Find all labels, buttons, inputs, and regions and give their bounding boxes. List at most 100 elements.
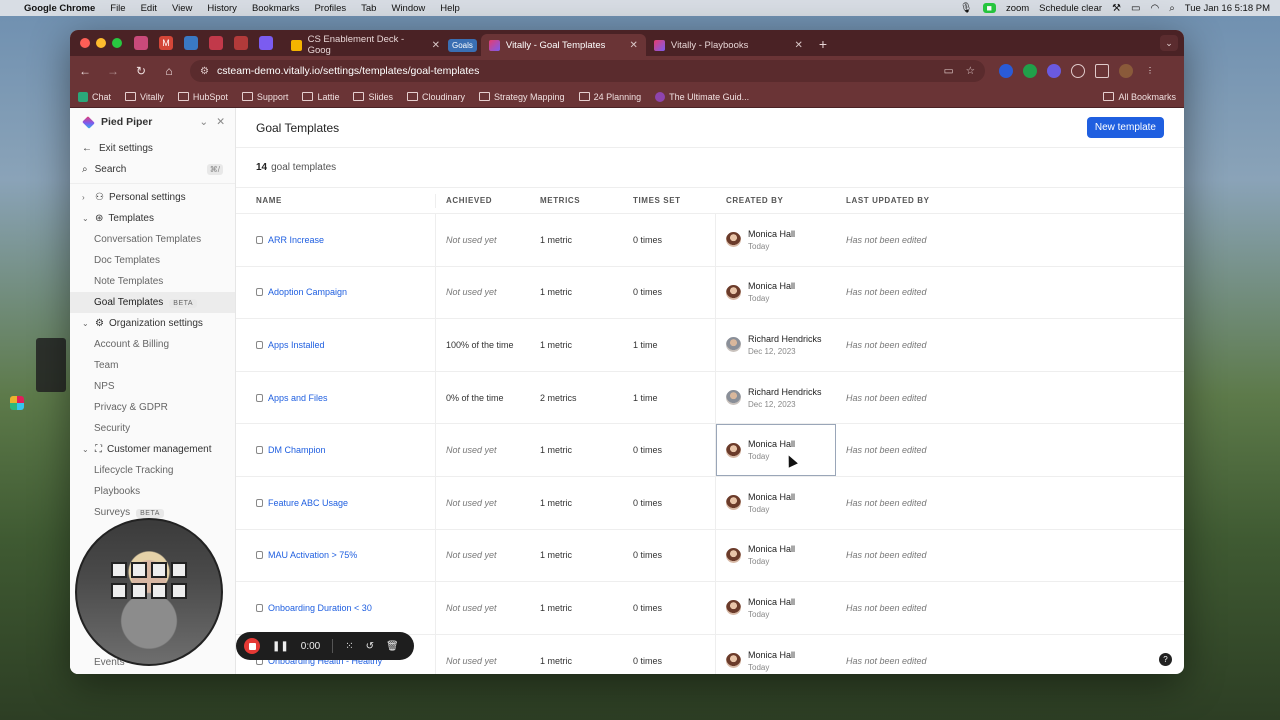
address-bar[interactable]: ⚙ csteam-demo.vitally.io/settings/templa…: [190, 60, 985, 82]
new-tab-icon[interactable]: +: [819, 36, 827, 52]
calendar-icon[interactable]: [184, 36, 198, 50]
camera-active-icon[interactable]: ■: [982, 3, 996, 13]
slack-icon[interactable]: [10, 396, 24, 410]
extension-icon[interactable]: [1047, 64, 1061, 78]
menu-bookmarks[interactable]: Bookmarks: [252, 3, 300, 14]
all-bookmarks[interactable]: All Bookmarks: [1103, 92, 1176, 102]
section-customer-management[interactable]: ⌄ ⛶ Customer management: [70, 439, 235, 460]
more-menu-icon[interactable]: ⋮: [1143, 64, 1157, 78]
table-row[interactable]: Feature ABC Usage Not used yet 1 metric …: [236, 476, 1184, 530]
table-row[interactable]: Adoption Campaign Not used yet 1 metric …: [236, 266, 1184, 320]
section-templates[interactable]: ⌄ ⊛ Templates: [70, 208, 235, 229]
sidebar-item-playbooks[interactable]: Playbooks: [70, 481, 235, 502]
side-panel-icon[interactable]: [1095, 64, 1109, 78]
menubar-datetime[interactable]: Tue Jan 16 5:18 PM: [1185, 3, 1270, 14]
menu-app-name[interactable]: Google Chrome: [24, 3, 95, 14]
column-header-name[interactable]: NAME: [236, 193, 436, 208]
stop-recording-button[interactable]: [244, 638, 260, 654]
bookmark-hubspot[interactable]: HubSpot: [177, 92, 228, 102]
goal-template-link[interactable]: Adoption Campaign: [268, 287, 347, 297]
cell-created-by[interactable]: Monica Hall Today: [716, 424, 836, 476]
sidebar-item-doc-templates[interactable]: Doc Templates: [70, 250, 235, 271]
close-tab-icon[interactable]: ✕: [630, 40, 638, 51]
menu-window[interactable]: Window: [391, 3, 425, 14]
chevron-down-icon[interactable]: ⌄: [199, 116, 208, 128]
forward-arrow-icon[interactable]: →: [106, 64, 120, 78]
home-icon[interactable]: ⌂: [162, 64, 176, 78]
pinned-tab-icon[interactable]: [234, 36, 248, 50]
webcam-overlay[interactable]: [75, 518, 223, 666]
tab-goal-templates[interactable]: Vitally - Goal Templates ✕: [480, 34, 646, 56]
cell-created-by[interactable]: Monica Hall Today: [716, 267, 836, 319]
profile-avatar[interactable]: [1119, 64, 1133, 78]
sidebar-item-lifecycle-tracking[interactable]: Lifecycle Tracking: [70, 460, 235, 481]
cell-created-by[interactable]: Monica Hall Today: [716, 582, 836, 634]
pinned-tab-icon[interactable]: [209, 36, 223, 50]
puzzle-extensions-icon[interactable]: [1071, 64, 1085, 78]
goal-template-link[interactable]: Apps Installed: [268, 340, 325, 350]
table-row[interactable]: MAU Activation > 75% Not used yet 1 metr…: [236, 529, 1184, 583]
bookmark-strategy-mapping[interactable]: Strategy Mapping: [479, 92, 565, 102]
cell-created-by[interactable]: Monica Hall Today: [716, 214, 836, 266]
back-arrow-icon[interactable]: ←: [78, 64, 92, 78]
bookmark-chat[interactable]: Chat: [78, 91, 111, 102]
menu-file[interactable]: File: [110, 3, 125, 14]
menu-history[interactable]: History: [207, 3, 237, 14]
goal-template-link[interactable]: DM Champion: [268, 445, 326, 455]
menu-view[interactable]: View: [172, 3, 192, 14]
org-switcher[interactable]: Pied Piper ⌄ ✕: [70, 115, 235, 138]
goal-template-link[interactable]: Feature ABC Usage: [268, 498, 348, 508]
close-tab-icon[interactable]: ✕: [795, 40, 803, 51]
sidebar-item-team[interactable]: Team: [70, 355, 235, 376]
cell-created-by[interactable]: Monica Hall Today: [716, 477, 836, 529]
reload-icon[interactable]: ↻: [134, 64, 148, 78]
bookmark-lattie[interactable]: Lattie: [302, 92, 339, 102]
bookmark-24-planning[interactable]: 24 Planning: [578, 92, 641, 102]
bookmark-cloudinary[interactable]: Cloudinary: [406, 92, 465, 102]
tab-playbooks[interactable]: Vitally - Playbooks ✕: [646, 34, 811, 56]
sidebar-item-privacy-gdpr[interactable]: Privacy & GDPR: [70, 397, 235, 418]
close-window-icon[interactable]: [80, 38, 90, 48]
sidebar-item-conversation-templates[interactable]: Conversation Templates: [70, 229, 235, 250]
grammarly-icon[interactable]: [1023, 64, 1037, 78]
help-icon[interactable]: ?: [1159, 653, 1172, 666]
sidebar-item-note-templates[interactable]: Note Templates: [70, 271, 235, 292]
wifi-icon[interactable]: ◠: [1150, 3, 1159, 14]
battery-icon[interactable]: ▭: [1131, 3, 1140, 14]
goal-template-link[interactable]: MAU Activation > 75%: [268, 550, 357, 560]
cell-created-by[interactable]: Monica Hall Today: [716, 530, 836, 582]
gmail-icon[interactable]: M: [159, 36, 173, 50]
tab-cs-enablement[interactable]: CS Enablement Deck - Goog ✕: [283, 34, 448, 56]
table-row[interactable]: ARR Increase Not used yet 1 metric 0 tim…: [236, 214, 1184, 267]
wrench-icon[interactable]: ⚒: [1112, 3, 1121, 14]
zoom-label[interactable]: zoom: [1006, 3, 1029, 14]
pinned-tab-icon[interactable]: [134, 36, 148, 50]
bookmark-slides[interactable]: Slides: [353, 92, 393, 102]
close-tab-icon[interactable]: ✕: [432, 40, 440, 51]
column-header-achieved[interactable]: ACHIEVED: [436, 196, 530, 205]
sidebar-item-security[interactable]: Security: [70, 418, 235, 439]
extension-icon[interactable]: [999, 64, 1013, 78]
menu-help[interactable]: Help: [440, 3, 460, 14]
restart-icon[interactable]: ↺: [366, 641, 374, 652]
table-row[interactable]: Apps Installed 100% of the time 1 metric…: [236, 319, 1184, 372]
bookmark-vitally[interactable]: Vitally: [125, 92, 164, 102]
table-row[interactable]: Onboarding Duration < 30 Not used yet 1 …: [236, 582, 1184, 635]
grid-icon[interactable]: ⁙: [345, 641, 353, 652]
sidebar-search[interactable]: ⌕ Search ⌘/: [70, 159, 235, 180]
close-icon[interactable]: ✕: [216, 116, 225, 128]
cell-created-by[interactable]: Richard Hendricks Dec 12, 2023: [716, 319, 836, 371]
bookmark-star-icon[interactable]: ☆: [966, 65, 975, 77]
sidebar-item-account-billing[interactable]: Account & Billing: [70, 334, 235, 355]
tab-group-goals[interactable]: Goals: [448, 38, 477, 52]
minimize-window-icon[interactable]: [96, 38, 106, 48]
sidebar-item-goal-templates[interactable]: Goal Templates BETA: [70, 292, 235, 313]
column-header-last-updated-by[interactable]: LAST UPDATED BY: [836, 196, 1184, 205]
column-header-metrics[interactable]: METRICS: [530, 196, 623, 205]
exit-settings-link[interactable]: ← Exit settings: [70, 138, 235, 159]
site-info-icon[interactable]: ⚙: [200, 66, 209, 77]
goal-template-link[interactable]: ARR Increase: [268, 235, 324, 245]
spotlight-search-icon[interactable]: ⌕: [1169, 3, 1175, 14]
menu-profiles[interactable]: Profiles: [314, 3, 346, 14]
column-header-created-by[interactable]: CREATED BY: [716, 188, 836, 213]
